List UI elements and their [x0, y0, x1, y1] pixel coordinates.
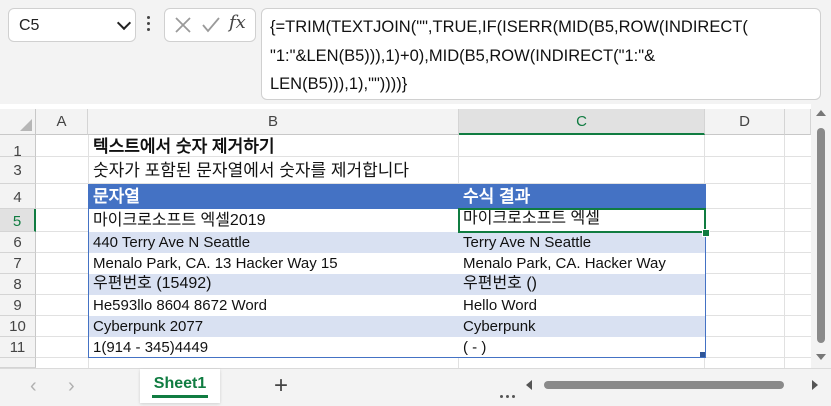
table-cell-c10[interactable]: Cyberpunk: [459, 316, 705, 337]
more-options-icon[interactable]: [147, 14, 151, 34]
row-header-10[interactable]: 10: [0, 316, 36, 337]
table-cell-c5[interactable]: 마이크로소프트 엑셀: [459, 209, 705, 232]
table-cell-b10[interactable]: Cyberpunk 2077: [89, 316, 459, 337]
fill-handle[interactable]: [702, 229, 710, 237]
row-header-9[interactable]: 9: [0, 295, 36, 316]
table-header-string[interactable]: 문자열: [89, 185, 459, 209]
tab-label: Sheet1: [153, 375, 207, 392]
scroll-down-icon[interactable]: [816, 354, 826, 360]
table-cell-c8[interactable]: 우편번호 (): [459, 274, 705, 295]
row-header-6[interactable]: 6: [0, 232, 36, 253]
table-cell-c11[interactable]: ( - ): [459, 337, 705, 358]
formula-line: {=TRIM(TEXTJOIN("",TRUE,IF(ISERR(MID(B5,…: [270, 18, 748, 36]
tab-underline: [152, 395, 208, 398]
formula-buttons: fx: [164, 8, 256, 42]
select-all-button[interactable]: [0, 109, 36, 135]
column-header-e[interactable]: [785, 109, 811, 135]
row-header-5[interactable]: 5: [0, 209, 36, 232]
table-cell-c6[interactable]: Terry Ave N Seattle: [459, 232, 705, 253]
row-header-3[interactable]: 3: [0, 157, 36, 184]
cancel-icon[interactable]: [173, 15, 193, 35]
table-cell-b7[interactable]: Menalo Park, CA. 13 Hacker Way 15: [89, 253, 459, 274]
column-header-a[interactable]: A: [36, 109, 88, 135]
name-box-value[interactable]: C5: [19, 17, 39, 35]
vertical-scrollbar[interactable]: [811, 104, 831, 368]
row-header-7[interactable]: 7: [0, 253, 36, 274]
table-cell-b8[interactable]: 우편번호 (15492): [89, 274, 459, 295]
vertical-scroll-thumb[interactable]: [817, 128, 825, 343]
chevron-down-icon[interactable]: [116, 15, 132, 31]
horizontal-scroll-thumb[interactable]: [544, 381, 784, 389]
checkmark-icon[interactable]: [201, 15, 221, 35]
sheet-title[interactable]: 텍스트에서 숫자 제거하기: [89, 136, 589, 157]
table-cell-c7[interactable]: Menalo Park, CA. Hacker Way: [459, 253, 705, 274]
formula-area: C5 fx {=TRIM(TEXTJOIN("",TRUE,IF(ISERR(M…: [0, 0, 831, 104]
horizontal-scrollbar[interactable]: [538, 377, 808, 393]
row-header-12[interactable]: [0, 358, 36, 368]
tab-sheet1[interactable]: Sheet1: [140, 369, 220, 403]
table-cell-b5[interactable]: 마이크로소프트 엑셀2019: [89, 209, 459, 232]
table-resize-handle[interactable]: [700, 352, 705, 357]
more-options-icon[interactable]: [500, 385, 518, 403]
table-cell-b11[interactable]: 1(914 - 345)4449: [89, 337, 459, 358]
name-box[interactable]: C5: [8, 8, 136, 42]
column-header-b[interactable]: B: [88, 109, 459, 135]
scroll-up-icon[interactable]: [816, 110, 826, 116]
scroll-right-icon[interactable]: [812, 380, 818, 390]
spreadsheet-grid[interactable]: A B C D 1 3 4 5 6 7 8 9 10 11 텍스트에서 숫자 제…: [0, 104, 831, 368]
column-header-d[interactable]: D: [705, 109, 785, 135]
scroll-left-icon[interactable]: [526, 380, 532, 390]
sheet-subtitle[interactable]: 숫자가 포함된 문자열에서 숫자를 제거합니다: [89, 159, 589, 183]
gridline: [36, 183, 811, 184]
row-header-1[interactable]: 1: [0, 135, 36, 160]
chevron-right-icon[interactable]: ›: [68, 375, 75, 398]
sheet-tab-bar: ‹ › Sheet1 +: [0, 368, 831, 406]
table-cell-b9[interactable]: He593llo 8604 8672 Word: [89, 295, 459, 316]
table-cell-c9[interactable]: Hello Word: [459, 295, 705, 316]
row-header-8[interactable]: 8: [0, 274, 36, 295]
formula-line: "1:"&LEN(B5))),1)+0),MID(B5,ROW(INDIRECT…: [270, 46, 656, 65]
row-header-4[interactable]: 4: [0, 184, 36, 209]
add-sheet-button[interactable]: +: [274, 372, 288, 400]
column-header-c[interactable]: C: [459, 109, 705, 135]
insert-function-icon[interactable]: fx: [229, 12, 246, 33]
table-cell-b6[interactable]: 440 Terry Ave N Seattle: [89, 232, 459, 253]
row-header-11[interactable]: 11: [0, 337, 36, 358]
formula-line: LEN(B5))),1),""))))}: [270, 75, 408, 93]
formula-input[interactable]: {=TRIM(TEXTJOIN("",TRUE,IF(ISERR(MID(B5,…: [261, 8, 821, 100]
table-header-result[interactable]: 수식 결과: [459, 185, 705, 209]
chevron-left-icon[interactable]: ‹: [30, 375, 37, 398]
